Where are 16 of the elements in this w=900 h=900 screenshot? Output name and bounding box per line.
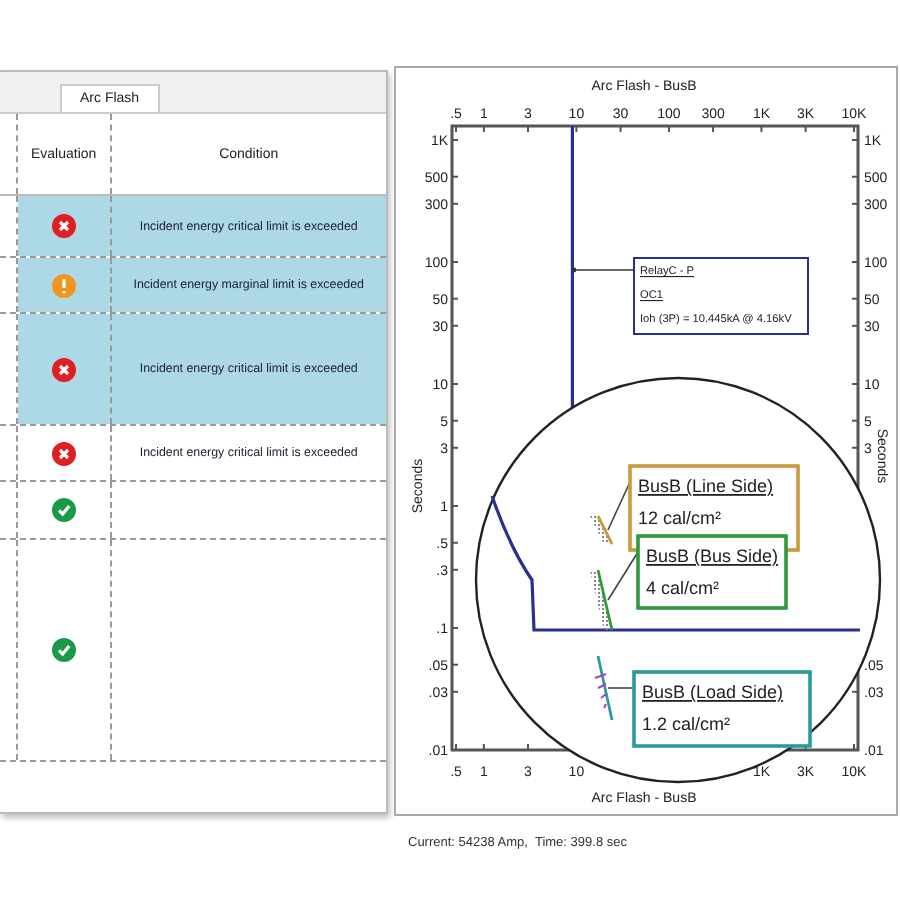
callout-value: 4 cal/cm² [646,578,720,598]
callout-value: 12 cal/cm² [638,508,722,528]
table-cell[interactable] [17,258,112,312]
hatch-region [590,655,614,721]
hatch-region [590,515,614,545]
callout-title: BusB (Line Side) [638,476,774,496]
leader-line [607,687,635,689]
leader-line [571,267,635,273]
table-cell[interactable] [17,196,112,256]
callout-title: BusB (Bus Side) [646,546,779,566]
hatch-region [590,569,614,631]
callout-value: 1.2 cal/cm² [642,714,731,734]
leader-line [607,551,639,601]
leader-line [607,481,631,531]
callout-title: BusB (Load Side) [642,682,784,702]
table-cell[interactable] [17,314,112,424]
